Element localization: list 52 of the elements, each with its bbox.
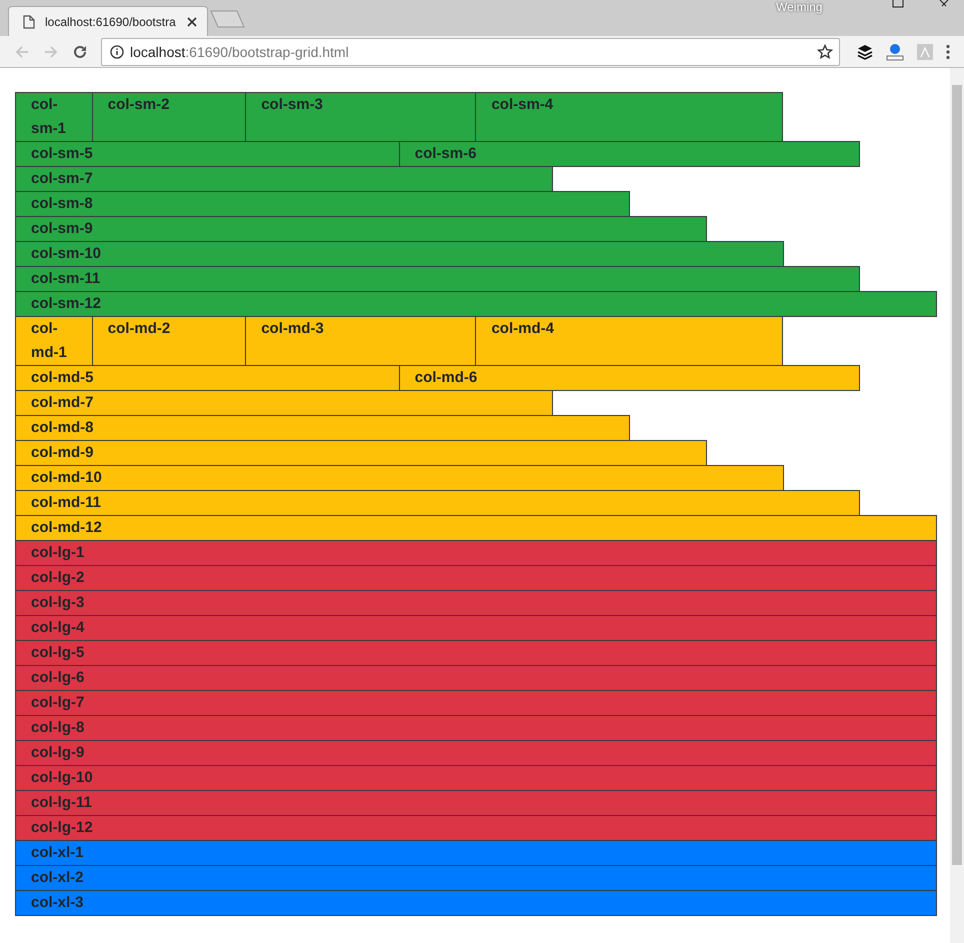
grid-column: col-lg-7 — [15, 690, 937, 716]
grid-column: col-sm-8 — [15, 191, 630, 217]
grid-column: col-lg-2 — [15, 565, 937, 591]
grid-column: col-md-2 — [92, 316, 246, 366]
grid-column: col-lg-4 — [15, 615, 937, 641]
grid-column: col-md-12 — [15, 515, 937, 541]
layers-icon[interactable] — [857, 44, 873, 60]
grid-column: col-lg-11 — [15, 790, 937, 816]
grid-column: col-md-11 — [15, 490, 860, 516]
grid-column: col-lg-10 — [15, 765, 937, 791]
grid-column: col-sm-11 — [15, 266, 860, 292]
tab-title: localhost:61690/bootstra — [45, 14, 177, 28]
grid-column: col-sm-10 — [15, 241, 784, 267]
grid-column: col-lg-12 — [15, 815, 937, 841]
grid-column: col-sm-5 — [15, 141, 400, 167]
reload-icon[interactable] — [72, 44, 88, 60]
grid-column: col-md-7 — [15, 390, 554, 416]
grid-column: col-sm-9 — [15, 216, 707, 242]
info-icon[interactable] — [110, 44, 124, 58]
browser-tab[interactable]: localhost:61690/bootstra — [8, 6, 208, 36]
grid-column: col-lg-8 — [15, 715, 937, 741]
grid-column: col-sm-3 — [245, 92, 476, 142]
grid-column: col-lg-1 — [15, 540, 937, 566]
star-icon[interactable] — [817, 44, 833, 60]
grid-column: col-sm-7 — [15, 166, 554, 192]
grid-column: col-sm-12 — [15, 291, 937, 317]
grid-column: col-md-3 — [245, 316, 476, 366]
grid-column: col-lg-6 — [15, 665, 937, 691]
grid-column: col-lg-5 — [15, 640, 937, 666]
grid-column: col-sm-2 — [92, 92, 246, 142]
grid-column: col-md-4 — [475, 316, 784, 366]
grid-column: col-lg-3 — [15, 590, 937, 616]
page-icon — [23, 14, 35, 28]
maximize-icon[interactable] — [892, 0, 904, 8]
grid-column: col-lg-9 — [15, 740, 937, 766]
grid-column: col-xl-3 — [15, 890, 937, 916]
grid-column: col-md-10 — [15, 465, 784, 491]
close-icon[interactable] — [938, 0, 950, 8]
scrollbar[interactable] — [950, 68, 964, 943]
url-text: localhost:61690/bootstrap-grid.html — [130, 44, 350, 60]
menu-icon[interactable] — [946, 44, 950, 60]
extension-icon[interactable] — [886, 42, 904, 60]
grid-column: col-md-5 — [15, 365, 400, 391]
grid-column: col-md-6 — [398, 365, 860, 391]
grid-column: col-sm-6 — [398, 141, 860, 167]
grid-column: col-sm-4 — [475, 92, 784, 142]
grid-column: col-md-8 — [15, 415, 630, 441]
address-bar[interactable]: localhost:61690/bootstrap-grid.html — [101, 38, 840, 66]
close-icon[interactable] — [187, 16, 197, 26]
grid-column: col-xl-2 — [15, 865, 937, 891]
grid-column: col-xl-1 — [15, 840, 937, 866]
grid-column: col-md-9 — [15, 440, 707, 466]
